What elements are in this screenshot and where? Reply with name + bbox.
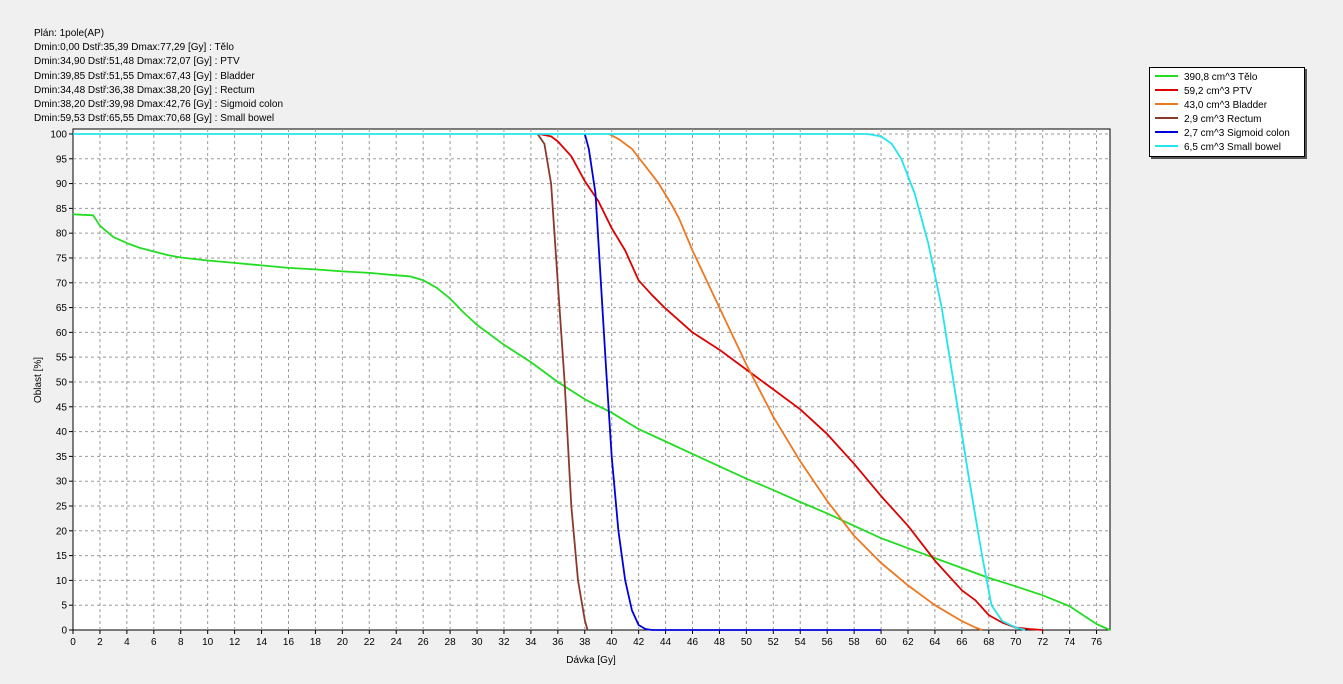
legend-item: 6,5 cm^3 Small bowel (1155, 141, 1281, 155)
x-tick-label: 44 (660, 637, 672, 648)
x-tick-label: 62 (902, 637, 914, 648)
x-tick-label: 12 (229, 637, 241, 648)
x-tick-label: 22 (364, 637, 376, 648)
y-tick-label: 85 (56, 204, 68, 215)
x-tick-label: 16 (283, 637, 295, 648)
x-tick-label: 36 (552, 637, 564, 648)
y-tick-label: 55 (56, 353, 68, 364)
legend-item: 2,7 cm^3 Sigmoid colon (1155, 127, 1290, 141)
x-tick-label: 20 (337, 637, 349, 648)
y-tick-label: 30 (56, 477, 68, 488)
legend-swatch (1155, 89, 1178, 92)
x-tick-label: 14 (256, 637, 268, 648)
y-tick-label: 25 (56, 501, 68, 512)
x-tick-label: 34 (525, 637, 537, 648)
x-tick-label: 60 (875, 637, 887, 648)
legend-label: 2,9 cm^3 Rectum (1184, 114, 1262, 125)
legend-swatch (1155, 145, 1178, 148)
y-tick-label: 45 (56, 402, 68, 413)
x-tick-label: 48 (714, 637, 726, 648)
legend: 390,8 cm^3 Tělo 59,2 cm^3 PTV 43,0 cm^3 Bl… (1149, 67, 1305, 157)
x-tick-label: 18 (310, 637, 322, 648)
x-tick-label: 56 (822, 637, 834, 648)
x-tick-label: 74 (1064, 637, 1076, 648)
x-axis-label: Dávka [Gy] (566, 655, 616, 666)
x-tick-label: 66 (956, 637, 968, 648)
y-tick-label: 5 (61, 601, 67, 612)
y-tick-label: 60 (56, 328, 68, 339)
x-tick-label: 26 (418, 637, 430, 648)
y-tick-label: 75 (56, 253, 68, 264)
y-tick-label: 90 (56, 179, 68, 190)
x-tick-label: 68 (983, 637, 995, 648)
x-tick-label: 24 (391, 637, 403, 648)
legend-label: 43,0 cm^3 Bladder (1184, 100, 1268, 111)
x-tick-label: 64 (929, 637, 941, 648)
legend-swatch (1155, 75, 1178, 78)
x-tick-label: 42 (633, 637, 645, 648)
legend-swatch (1155, 103, 1178, 106)
y-tick-label: 0 (61, 626, 67, 637)
x-tick-label: 52 (768, 637, 780, 648)
x-tick-label: 40 (606, 637, 618, 648)
x-tick-label: 38 (579, 637, 591, 648)
y-tick-label: 20 (56, 526, 68, 537)
legend-label: 2,7 cm^3 Sigmoid colon (1184, 128, 1290, 139)
legend-item: 59,2 cm^3 PTV (1155, 85, 1252, 99)
legend-swatch (1155, 131, 1178, 134)
y-tick-label: 15 (56, 551, 68, 562)
y-tick-label: 100 (50, 129, 67, 140)
y-tick-labels: 0 5 10 15 20 25 30 35 40 45 50 55 60 65 70 75 80 85 90 95 10… (50, 129, 67, 636)
x-tick-label: 54 (795, 637, 807, 648)
x-tick-labels: 0 2 4 6 8 10 12 14 16 18 20 22 24 26 28 30 32 34 36 38 40 42 4… (70, 637, 1102, 648)
y-axis-label: Oblast [%] (33, 357, 44, 403)
y-tick-label: 40 (56, 427, 68, 438)
y-tick-label: 50 (56, 377, 68, 388)
x-tick-label: 46 (687, 637, 699, 648)
x-tick-label: 4 (124, 637, 130, 648)
x-tick-label: 76 (1091, 637, 1103, 648)
x-tick-label: 70 (1010, 637, 1022, 648)
legend-swatch (1155, 117, 1178, 120)
y-tick-label: 70 (56, 278, 68, 289)
legend-label: 390,8 cm^3 Tělo (1184, 72, 1258, 83)
legend-item: 43,0 cm^3 Bladder (1155, 99, 1267, 113)
x-tick-label: 72 (1037, 637, 1049, 648)
x-tick-label: 2 (97, 637, 103, 648)
x-tick-label: 58 (849, 637, 861, 648)
legend-item: 2,9 cm^3 Rectum (1155, 113, 1262, 127)
x-tick-label: 10 (202, 637, 214, 648)
y-tick-label: 80 (56, 229, 68, 240)
x-tick-label: 8 (178, 637, 184, 648)
x-tick-label: 50 (741, 637, 753, 648)
y-tick-label: 35 (56, 452, 68, 463)
x-tick-label: 30 (471, 637, 483, 648)
legend-item: 390,8 cm^3 Tělo (1155, 71, 1257, 85)
x-tick-label: 28 (445, 637, 457, 648)
y-tick-label: 10 (56, 576, 68, 587)
x-tick-label: 6 (151, 637, 157, 648)
plot-area (72, 128, 1111, 631)
dvh-chart: 0 2 4 6 8 10 12 14 16 18 20 22 24 26 28 30 32 34 36 38 40 42 4… (33, 128, 1111, 666)
x-tick-label: 32 (498, 637, 510, 648)
legend-label: 6,5 cm^3 Small bowel (1184, 142, 1281, 153)
y-tick-label: 65 (56, 303, 68, 314)
legend-label: 59,2 cm^3 PTV (1184, 86, 1253, 97)
y-tick-label: 95 (56, 154, 68, 165)
x-tick-label: 0 (70, 637, 76, 648)
